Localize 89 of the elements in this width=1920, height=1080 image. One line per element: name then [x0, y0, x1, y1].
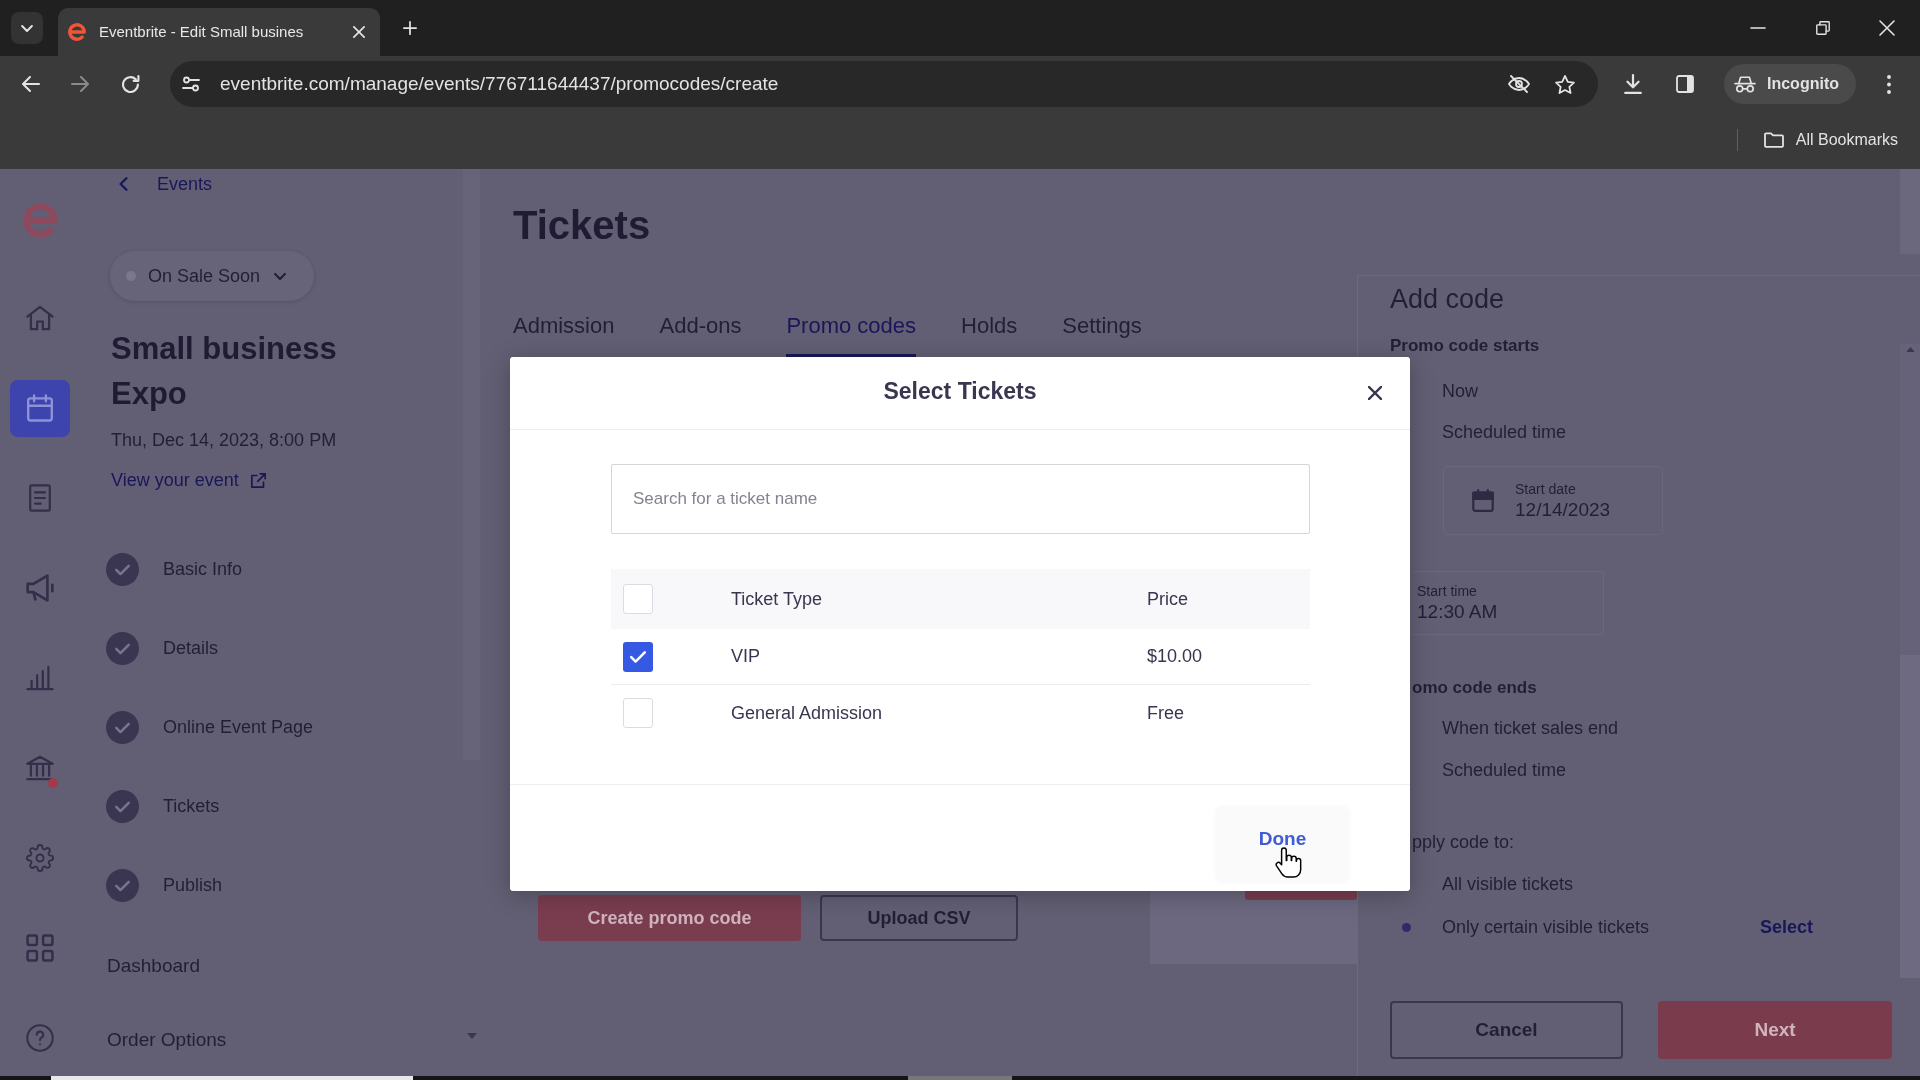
- table-cell-text: General Admission: [731, 701, 883, 725]
- tab[interactable]: Holds: [961, 300, 1018, 357]
- date-field[interactable]: Start date 12/14/2023: [1443, 466, 1663, 535]
- tab[interactable]: Settings: [1062, 300, 1142, 357]
- table-cell-text: $10.00: [1147, 645, 1203, 668]
- action-button[interactable]: Create promo code: [538, 895, 801, 941]
- browser-tab[interactable]: Eventbrite - Edit Small busines: [58, 8, 380, 56]
- menu-icon[interactable]: [1887, 74, 1891, 94]
- bookmarks-button[interactable]: All Bookmarks: [1763, 129, 1898, 151]
- radio-option[interactable]: When ticket sales end: [1442, 716, 1619, 740]
- grid-icon[interactable]: [26, 934, 54, 962]
- action-button[interactable]: Upload CSV: [820, 895, 1018, 941]
- dialog-title: Select Tickets: [883, 377, 1037, 406]
- calendar-icon: [1472, 489, 1494, 512]
- side-panel-icon[interactable]: [1676, 75, 1694, 93]
- view-event-link[interactable]: View your event: [111, 468, 266, 492]
- profile-button[interactable]: Incognito: [1724, 64, 1856, 104]
- select-link[interactable]: Select: [1760, 913, 1814, 941]
- chevron-down-icon: [21, 24, 33, 32]
- help-icon[interactable]: [26, 1024, 54, 1052]
- chevron-left-icon: [119, 177, 128, 191]
- panel-title: Add code: [1390, 285, 1505, 313]
- check-icon: [630, 650, 646, 663]
- minimize-icon[interactable]: [1750, 27, 1766, 29]
- column-header: Price: [1147, 587, 1188, 611]
- document-icon[interactable]: [26, 484, 54, 512]
- checkbox[interactable]: [623, 698, 653, 728]
- action-button[interactable]: Cancel: [1390, 1001, 1623, 1059]
- column-header: Ticket Type: [731, 587, 823, 611]
- section-heading: pply code to:: [1412, 831, 1515, 854]
- checkbox[interactable]: [623, 584, 653, 614]
- scroll-down-icon[interactable]: [466, 1033, 477, 1039]
- chevron-down-icon: [274, 272, 287, 280]
- step-link[interactable]: Tickets: [106, 767, 220, 846]
- calendar-icon: [26, 394, 54, 422]
- bank-icon[interactable]: [26, 754, 54, 782]
- section-heading: Promo code starts: [1390, 336, 1540, 356]
- external-link-icon: [250, 472, 266, 488]
- event-title: Small business Expo: [111, 330, 338, 413]
- eye-slash-icon[interactable]: [1508, 75, 1530, 93]
- restore-icon[interactable]: [1816, 21, 1830, 35]
- scrollbar-thumb[interactable]: [463, 169, 480, 760]
- home-icon[interactable]: [26, 304, 54, 332]
- tab[interactable]: Admission: [513, 300, 615, 357]
- step-link[interactable]: Basic Info: [106, 530, 243, 609]
- action-button[interactable]: Next: [1658, 1001, 1892, 1059]
- folder-icon: [1763, 132, 1784, 148]
- scroll-up-icon[interactable]: [1905, 347, 1915, 352]
- step-link[interactable]: Publish: [106, 846, 223, 925]
- done-button[interactable]: Done: [1217, 808, 1348, 881]
- sliders-icon[interactable]: [182, 76, 200, 92]
- star-icon[interactable]: [1555, 74, 1575, 94]
- radio-option[interactable]: Now: [1442, 379, 1478, 403]
- bar-chart-icon[interactable]: [26, 664, 54, 692]
- action-button[interactable]: [1245, 891, 1357, 900]
- step-link[interactable]: Details: [106, 609, 219, 688]
- step-link[interactable]: Online Event Page: [106, 688, 314, 767]
- radio-option[interactable]: Scheduled time: [1442, 420, 1567, 444]
- megaphone-icon[interactable]: [26, 574, 54, 602]
- radio-option[interactable]: Only certain visible tickets: [1442, 915, 1650, 939]
- gear-icon[interactable]: [26, 844, 54, 872]
- radio-option[interactable]: All visible tickets: [1442, 872, 1574, 896]
- download-icon[interactable]: [1624, 74, 1642, 94]
- hand-cursor-icon: [1275, 846, 1302, 879]
- tab-list-button[interactable]: [11, 12, 43, 44]
- plus-icon[interactable]: [403, 21, 417, 35]
- radio-option[interactable]: Scheduled time: [1442, 758, 1567, 782]
- table-cell-text: VIP: [731, 645, 760, 668]
- section-heading: omo code ends: [1412, 677, 1537, 699]
- checkbox[interactable]: [623, 641, 653, 672]
- event-date: Thu, Dec 14, 2023, 8:00 PM: [111, 429, 337, 452]
- table-cell-text: Free: [1147, 701, 1184, 725]
- page-title: Tickets: [513, 202, 651, 249]
- arrow-right-icon[interactable]: [71, 76, 89, 92]
- nav-button[interactable]: [10, 379, 70, 437]
- tab[interactable]: Add-ons: [659, 300, 742, 357]
- favicon-icon: [68, 23, 86, 41]
- arrow-left-icon[interactable]: [22, 76, 40, 92]
- sidebar-link[interactable]: Order Options: [107, 1025, 227, 1055]
- incognito-icon: [1734, 75, 1756, 93]
- address-bar[interactable]: eventbrite.com/manage/events/776711644437/promocodes/create: [170, 61, 1598, 107]
- sidebar-link[interactable]: Dashboard: [107, 951, 200, 981]
- scrollbar-thumb[interactable]: [1900, 169, 1920, 254]
- status-dropdown[interactable]: On Sale Soon: [110, 251, 314, 301]
- reload-icon[interactable]: [122, 75, 140, 93]
- close-icon[interactable]: [1368, 386, 1382, 400]
- time-field[interactable]: Start time 12:30 AM: [1412, 571, 1604, 635]
- search-field[interactable]: Search for a ticket name: [611, 464, 1310, 534]
- back-link[interactable]: Events: [119, 169, 213, 199]
